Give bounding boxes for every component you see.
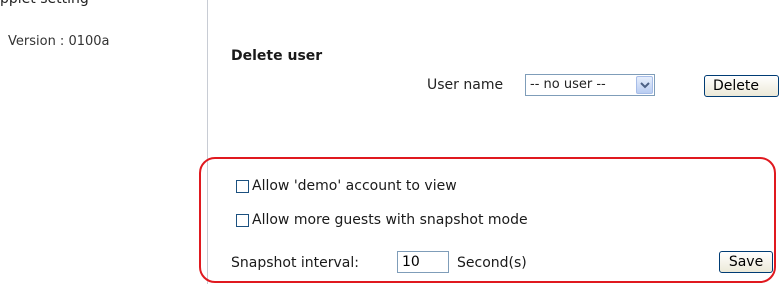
save-button[interactable]: Save xyxy=(719,251,773,273)
delete-button[interactable]: Delete xyxy=(704,75,779,97)
top-clipped-text: pplet setting xyxy=(0,0,89,11)
delete-user-title: Delete user xyxy=(231,48,323,64)
chevron-down-icon xyxy=(640,82,650,89)
version-label: Version : 0100a xyxy=(8,34,110,49)
allow-guests-checkbox[interactable] xyxy=(236,214,249,227)
allow-demo-label: Allow 'demo' account to view xyxy=(252,178,457,194)
user-select[interactable]: -- no user -- xyxy=(525,74,655,96)
snapshot-interval-label: Snapshot interval: xyxy=(231,255,359,271)
interval-unit-label: Second(s) xyxy=(457,255,527,271)
allow-demo-checkbox[interactable] xyxy=(236,180,249,193)
user-name-label: User name xyxy=(427,77,504,93)
dropdown-arrow-button[interactable] xyxy=(636,76,653,94)
user-select-value: -- no user -- xyxy=(530,77,606,92)
allow-guests-label: Allow more guests with snapshot mode xyxy=(252,212,528,228)
snapshot-interval-input[interactable]: 10 xyxy=(397,251,449,273)
